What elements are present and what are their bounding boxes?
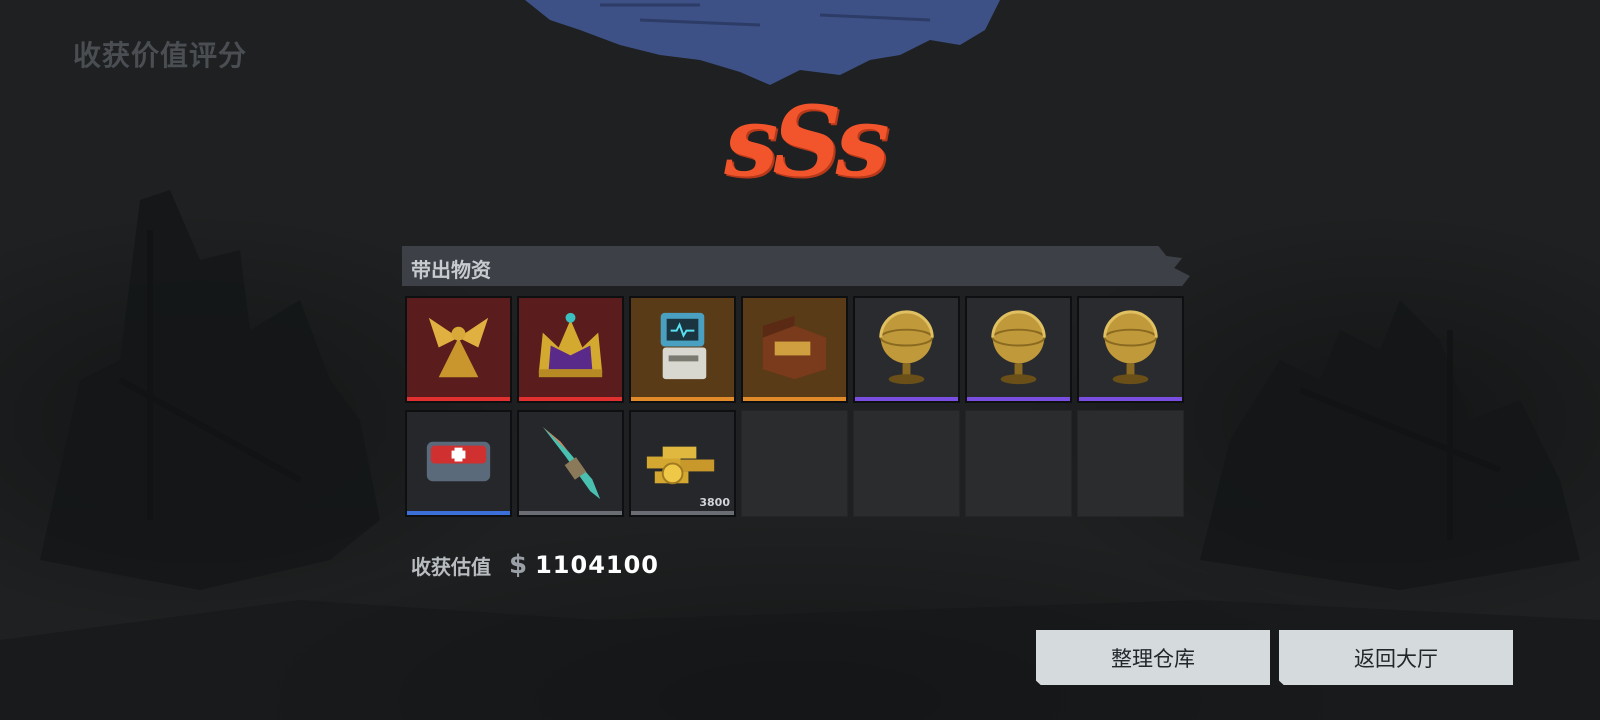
section-header-bar	[402, 246, 1190, 286]
loot-slot[interactable]: 3800	[629, 410, 736, 517]
rarity-bar	[519, 511, 622, 515]
royal-crown-icon	[519, 298, 622, 397]
music-box-icon	[743, 298, 846, 397]
loot-slot[interactable]	[405, 296, 512, 403]
loot-slot[interactable]	[517, 296, 624, 403]
valuation-label: 收获估值	[411, 554, 491, 579]
rarity-bar	[407, 511, 510, 515]
valuation-row: 收获估值 $ 1104100	[411, 550, 659, 580]
loot-slot[interactable]	[405, 410, 512, 517]
return-lobby-button[interactable]: 返回大厅	[1279, 630, 1513, 685]
golden-globe-icon	[1079, 298, 1182, 397]
loot-slot[interactable]	[629, 296, 736, 403]
rarity-bar	[855, 397, 958, 401]
portable-device-icon	[631, 298, 734, 397]
loot-grid: 3800	[405, 296, 1197, 520]
rarity-bar	[631, 397, 734, 401]
loot-slot[interactable]	[517, 410, 624, 517]
rarity-bar	[407, 397, 510, 401]
rarity-bar	[631, 511, 734, 515]
rank-text: sSs	[724, 84, 889, 198]
page-title: 收获价值评分	[73, 39, 248, 72]
organize-warehouse-button[interactable]: 整理仓库	[1036, 630, 1270, 685]
section-label: 带出物资	[411, 258, 491, 282]
crystal-shard-icon	[519, 412, 622, 511]
empty-slot[interactable]	[853, 410, 960, 517]
item-quantity: 3800	[699, 496, 730, 509]
loot-slot[interactable]	[965, 296, 1072, 403]
empty-slot[interactable]	[741, 410, 848, 517]
empty-slot[interactable]	[1077, 410, 1184, 517]
loot-slot[interactable]	[741, 296, 848, 403]
rarity-bar	[1079, 397, 1182, 401]
currency-symbol: $	[509, 550, 528, 580]
medkit-case-icon	[407, 412, 510, 511]
golden-angel-statue-icon	[407, 298, 510, 397]
golden-globe-icon	[855, 298, 958, 397]
rarity-bar	[967, 397, 1070, 401]
loot-slot[interactable]	[1077, 296, 1184, 403]
golden-globe-icon	[967, 298, 1070, 397]
loot-slot[interactable]	[853, 296, 960, 403]
rarity-bar	[743, 397, 846, 401]
empty-slot[interactable]	[965, 410, 1072, 517]
valuation-amount: 1104100	[535, 551, 659, 579]
rarity-bar	[519, 397, 622, 401]
rank-badge: sSs	[704, 66, 904, 216]
